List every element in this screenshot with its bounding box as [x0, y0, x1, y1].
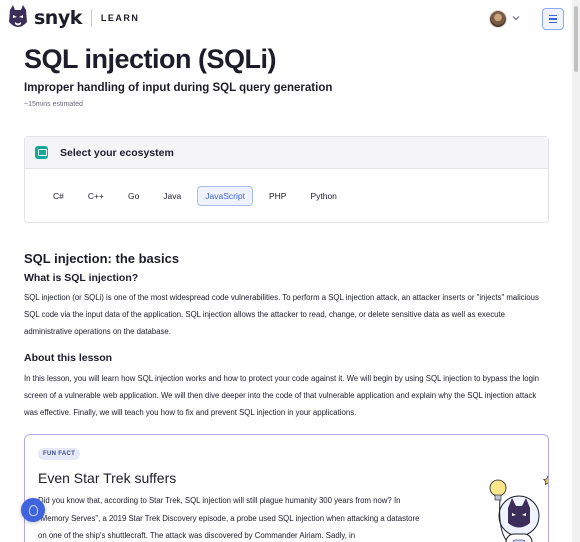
ecosystem-tabs: C# C++ Go Java JavaScript PHP Python [45, 186, 353, 206]
snyk-logo-icon [9, 5, 27, 27]
tab-csharp[interactable]: C# [45, 186, 72, 206]
menu-icon [549, 14, 557, 17]
about-paragraph: In this lesson, you will learn how SQL i… [24, 374, 540, 417]
tab-cpp[interactable]: C++ [80, 186, 112, 206]
fun-fact-card: FUN FACT Even Star Trek suffers Did you … [24, 434, 549, 542]
astronaut-illustration [489, 475, 548, 542]
scrollbar[interactable] [572, 0, 580, 542]
help-button[interactable] [21, 498, 45, 522]
ecosystem-icon [35, 146, 48, 159]
fun-fact-text: Did you know that, according to Star Tre… [38, 496, 420, 540]
snyk-logo[interactable]: snyk LEARN [8, 4, 139, 32]
avatar[interactable] [489, 10, 507, 28]
fun-fact-title: Even Star Trek suffers [38, 470, 177, 486]
top-header: snyk LEARN [0, 0, 572, 38]
tab-java[interactable]: Java [155, 186, 189, 206]
fun-fact-badge: FUN FACT [38, 448, 81, 460]
about-heading: About this lesson [24, 352, 113, 364]
ecosystem-header: Select your ecosystem [25, 137, 548, 169]
help-icon [28, 504, 38, 516]
menu-button[interactable] [542, 8, 564, 30]
page-title: SQL injection (SQLi) [24, 44, 277, 74]
time-estimate: ~15mins estimated [24, 101, 83, 108]
what-heading: What is SQL injection? [24, 272, 139, 284]
basics-heading: SQL injection: the basics [24, 251, 180, 266]
chevron-down-icon[interactable] [511, 13, 521, 23]
brand-name: snyk [34, 7, 82, 29]
tab-javascript[interactable]: JavaScript [197, 186, 253, 206]
logo-divider [90, 9, 92, 27]
section-name: LEARN [100, 13, 140, 23]
tab-go[interactable]: Go [120, 186, 147, 206]
ecosystem-selector: Select your ecosystem C# C++ Go Java Jav… [24, 136, 549, 223]
scroll-thumb[interactable] [574, 6, 578, 72]
page-subtitle: Improper handling of input during SQL qu… [24, 82, 333, 94]
what-paragraph: SQL injection (or SQLi) is one of the mo… [24, 293, 539, 336]
tab-python[interactable]: Python [302, 186, 344, 206]
tab-php[interactable]: PHP [261, 186, 294, 206]
ecosystem-heading: Select your ecosystem [60, 146, 174, 159]
